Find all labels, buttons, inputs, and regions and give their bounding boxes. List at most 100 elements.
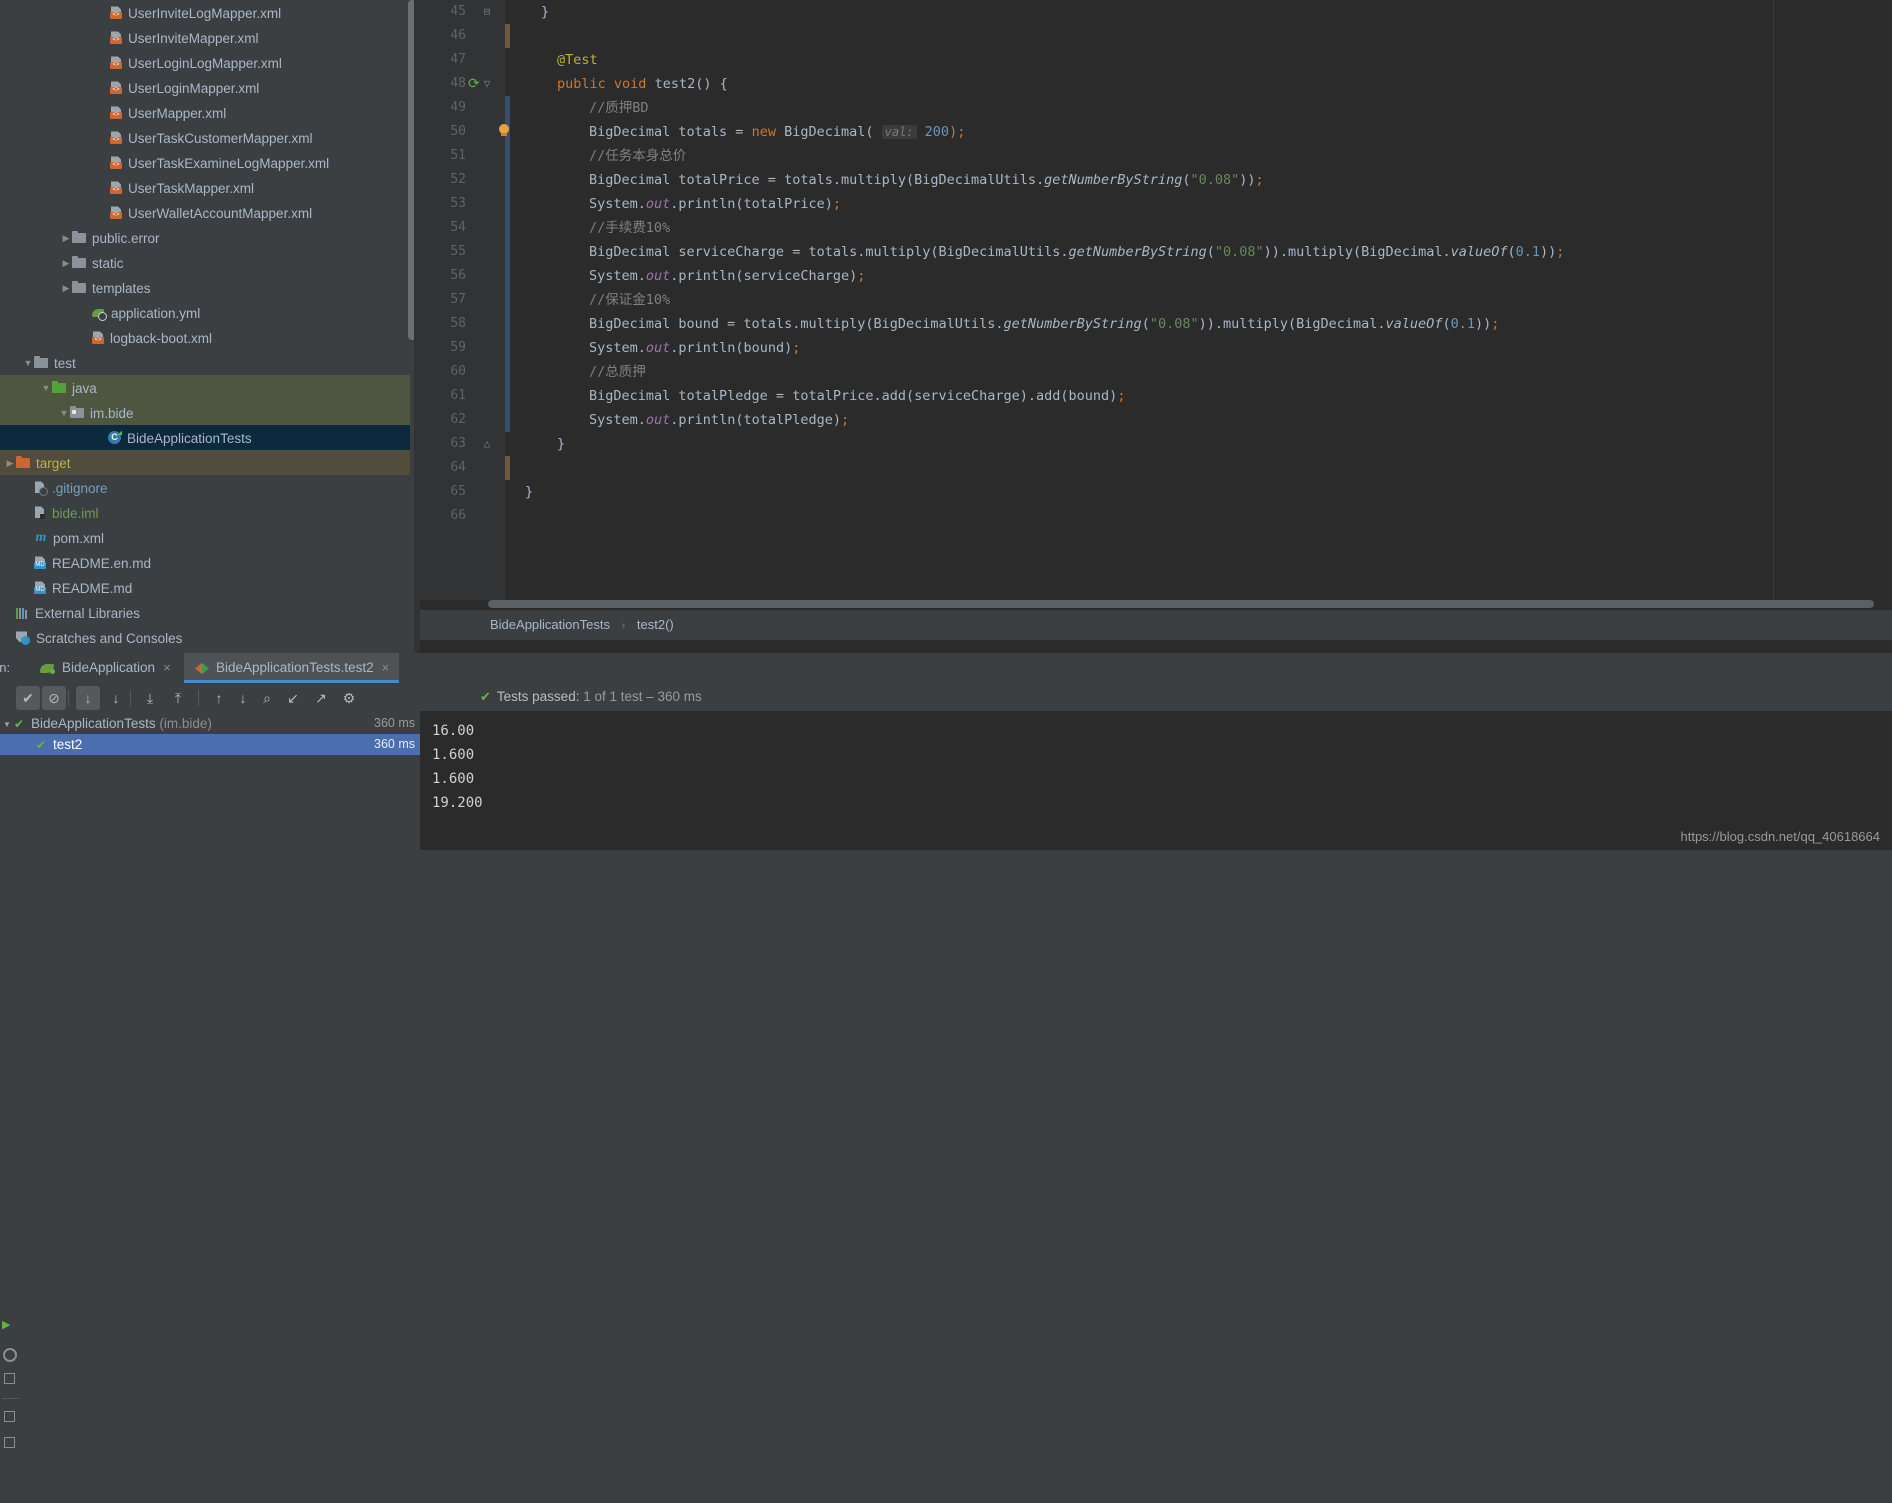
tree-item[interactable]: MD README.md [0, 575, 410, 600]
code-line[interactable]: 46 [420, 24, 1892, 48]
tree-item[interactable]: ▶ target [0, 450, 410, 475]
collapse-all-button[interactable]: ⤒ [166, 686, 190, 710]
code-text[interactable]: @Test [525, 48, 598, 72]
tree-item[interactable]: <> UserWalletAccountMapper.xml [0, 200, 410, 225]
run-tab[interactable]: BideApplicationTests.test2 × [184, 653, 400, 683]
pin-icon[interactable] [3, 1410, 18, 1425]
test-twisty-icon[interactable]: ▼ [0, 714, 14, 735]
editor-vertical-scrollbar[interactable] [1886, 0, 1892, 600]
run-tab[interactable]: BideApplication × [30, 653, 181, 683]
code-line[interactable]: 53 System.out.println(totalPrice); [420, 192, 1892, 216]
tree-item[interactable]: <> logback-boot.xml [0, 325, 410, 350]
tree-item[interactable]: .gitignore [0, 475, 410, 500]
change-marker[interactable] [505, 456, 510, 480]
change-marker[interactable] [505, 24, 510, 48]
change-marker[interactable] [505, 216, 510, 240]
code-line[interactable]: 51 //任务本身总价 [420, 144, 1892, 168]
test-result-row[interactable]: ▼ ✔ BideApplicationTests (im.bide) 360 ms [0, 713, 420, 734]
test-history-button[interactable]: ⌕ [255, 686, 279, 710]
code-text[interactable]: //手续费10% [525, 216, 670, 240]
tree-item[interactable]: ▶ static [0, 250, 410, 275]
console-output[interactable]: 16.00 1.600 1.600 19.200 [420, 711, 1892, 850]
change-marker[interactable] [505, 144, 510, 168]
hide-ignored-toggle[interactable]: ⊘ [42, 686, 66, 710]
code-line[interactable]: 54 //手续费10% [420, 216, 1892, 240]
tree-item[interactable]: <> UserTaskCustomerMapper.xml [0, 125, 410, 150]
change-marker[interactable] [505, 360, 510, 384]
tree-item[interactable]: <> UserInviteMapper.xml [0, 25, 410, 50]
code-text[interactable]: public void test2() { [525, 72, 728, 96]
intention-bulb-icon[interactable] [498, 124, 510, 138]
code-text[interactable]: BigDecimal totals = new BigDecimal( val:… [525, 120, 965, 144]
show-passed-toggle[interactable]: ✔ [16, 686, 40, 710]
code-line[interactable]: 45 ⊟} [420, 0, 1892, 24]
breadcrumb-class[interactable]: BideApplicationTests [490, 617, 610, 632]
change-marker[interactable] [505, 384, 510, 408]
change-marker[interactable] [505, 240, 510, 264]
tree-item[interactable]: External Libraries [0, 600, 410, 625]
project-tree[interactable]: <> UserInviteLogMapper.xml <> UserInviteMap… [0, 0, 410, 650]
tree-item[interactable]: ▼ java [0, 375, 410, 400]
code-line[interactable]: 63 △} [420, 432, 1892, 456]
tree-item[interactable]: <> UserMapper.xml [0, 100, 410, 125]
tree-twisty-expanded-icon[interactable]: ▼ [22, 351, 34, 376]
code-line[interactable]: 47 @Test [420, 48, 1892, 72]
code-line[interactable]: 57 //保证金10% [420, 288, 1892, 312]
code-text[interactable]: BigDecimal bound = totals.multiply(BigDe… [525, 312, 1499, 336]
stop-square-icon[interactable] [3, 1372, 18, 1387]
code-line[interactable]: 66 [420, 504, 1892, 528]
change-marker[interactable] [505, 192, 510, 216]
code-text[interactable]: BigDecimal totalPrice = totals.multiply(… [525, 168, 1264, 192]
next-failed-test-button[interactable]: ↓ [231, 686, 255, 710]
close-tab-icon[interactable]: × [163, 660, 171, 675]
tree-item[interactable]: application.yml [0, 300, 410, 325]
fold-end-icon[interactable]: △ [478, 432, 496, 456]
change-marker[interactable] [505, 96, 510, 120]
fold-marker-icon[interactable]: ⊟ [478, 0, 496, 24]
test-result-row[interactable]: ✔ test2 360 ms [0, 734, 420, 755]
breadcrumb-method[interactable]: test2() [637, 617, 674, 632]
change-marker[interactable] [505, 288, 510, 312]
code-text[interactable]: //任务本身总价 [525, 144, 686, 168]
tree-item[interactable]: ▶ templates [0, 275, 410, 300]
code-editor[interactable]: 45 ⊟} 46 47 @Test 48 ⟳ ▽ public void test2() {49… [420, 0, 1892, 653]
code-line[interactable]: 49 //质押BD [420, 96, 1892, 120]
code-text[interactable]: System.out.println(totalPrice); [525, 192, 841, 216]
code-text[interactable]: System.out.println(totalPledge); [525, 408, 849, 432]
code-line[interactable]: 48 ⟳ ▽ public void test2() { [420, 72, 1892, 96]
tree-item[interactable]: <> UserTaskMapper.xml [0, 175, 410, 200]
code-line[interactable]: 56 System.out.println(serviceCharge); [420, 264, 1892, 288]
change-marker[interactable] [505, 264, 510, 288]
close-tab-icon[interactable]: × [382, 660, 390, 675]
code-text[interactable]: BigDecimal totalPledge = totalPrice.add(… [525, 384, 1125, 408]
fold-expanded-icon[interactable]: ▽ [478, 72, 496, 96]
soft-wrap-icon[interactable] [3, 1436, 18, 1451]
tree-item[interactable]: Scratches and Consoles [0, 625, 410, 650]
code-line[interactable]: 60 //总质押 [420, 360, 1892, 384]
code-line[interactable]: 62 System.out.println(totalPledge); [420, 408, 1892, 432]
code-line[interactable]: 64 [420, 456, 1892, 480]
code-text[interactable]: //总质押 [525, 360, 646, 384]
tree-item[interactable]: <> UserLoginMapper.xml [0, 75, 410, 100]
tree-item[interactable]: MD README.en.md [0, 550, 410, 575]
code-line[interactable]: 61 BigDecimal totalPledge = totalPrice.ad… [420, 384, 1892, 408]
editor-horizontal-scrollbar[interactable] [488, 600, 1874, 608]
rerun-arrow-icon[interactable]: ▶ [2, 1318, 10, 1331]
test-results-tree[interactable]: ▼ ✔ BideApplicationTests (im.bide) 360 ms ✔ t… [0, 713, 420, 850]
code-line[interactable]: 55 BigDecimal serviceCharge = totals.mult… [420, 240, 1892, 264]
tree-item[interactable]: <> UserInviteLogMapper.xml [0, 0, 410, 25]
tree-item[interactable]: <> UserTaskExamineLogMapper.xml [0, 150, 410, 175]
sort-alphabetically-button[interactable]: ↓ [76, 686, 100, 710]
code-text[interactable]: //质押BD [525, 96, 649, 120]
tree-item[interactable]: ▶ public.error [0, 225, 410, 250]
tree-item[interactable]: C BideApplicationTests [0, 425, 410, 450]
project-tool-window[interactable]: <> UserInviteLogMapper.xml <> UserInviteMap… [0, 0, 420, 653]
code-text[interactable]: } [525, 432, 565, 456]
code-text[interactable]: } [525, 0, 549, 24]
tree-item[interactable]: ▼ test [0, 350, 410, 375]
export-tests-button[interactable]: ↗ [309, 686, 333, 710]
breadcrumb[interactable]: BideApplicationTests › test2() [420, 610, 1892, 640]
change-marker[interactable] [505, 336, 510, 360]
code-lines[interactable]: 45 ⊟} 46 47 @Test 48 ⟳ ▽ public void test2() {49… [420, 0, 1892, 600]
tree-twisty-collapsed-icon[interactable]: ▶ [4, 451, 16, 476]
